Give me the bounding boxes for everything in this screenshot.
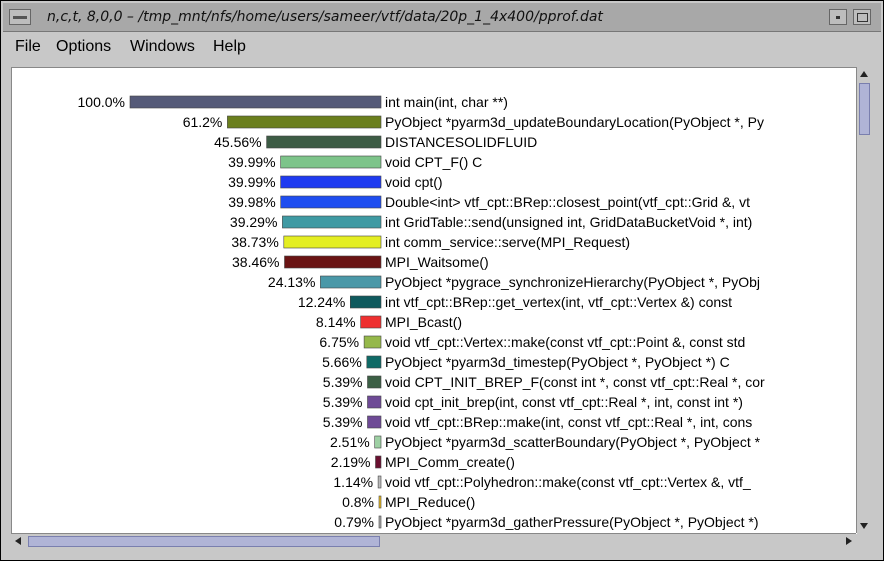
bar[interactable] bbox=[367, 395, 382, 409]
profile-bar-chart: 100.0% int main(int, char **) 61.2% PyObjec… bbox=[78, 94, 766, 530]
arrow-left-icon[interactable] bbox=[11, 534, 26, 549]
bar[interactable] bbox=[366, 355, 382, 369]
window-menu-icon[interactable] bbox=[9, 9, 31, 25]
bar[interactable] bbox=[374, 435, 382, 449]
bar-percent-label: 61.2% bbox=[183, 114, 223, 130]
function-name-label[interactable]: void vtf_cpt::Polyhedron::make(const vtf… bbox=[385, 474, 751, 490]
bar-percent-label: 2.19% bbox=[331, 454, 371, 470]
bar-percent-label: 1.14% bbox=[333, 474, 373, 490]
bar-percent-label: 39.29% bbox=[230, 214, 277, 230]
bar-percent-label: 38.73% bbox=[231, 234, 278, 250]
vertical-scroll-thumb[interactable] bbox=[859, 83, 870, 135]
bar[interactable] bbox=[320, 275, 382, 289]
function-name-label[interactable]: Double<int> vtf_cpt::BRep::closest_point… bbox=[385, 194, 750, 210]
bar[interactable] bbox=[282, 215, 382, 229]
bar-percent-label: 39.99% bbox=[228, 154, 275, 170]
function-name-label[interactable]: MPI_Comm_create() bbox=[385, 454, 515, 470]
bar-percent-label: 5.39% bbox=[323, 374, 363, 390]
function-name-label[interactable]: MPI_Bcast() bbox=[385, 314, 462, 330]
function-name-label[interactable]: int vtf_cpt::BRep::get_vertex(int, vtf_c… bbox=[385, 294, 732, 310]
bar-percent-label: 0.8% bbox=[342, 494, 374, 510]
arrow-up-icon[interactable] bbox=[857, 67, 872, 82]
function-name-label[interactable]: DISTANCESOLIDFLUID bbox=[385, 134, 537, 150]
bar[interactable] bbox=[283, 235, 382, 249]
function-name-label[interactable]: PyObject *pygrace_synchronizeHierarchy(P… bbox=[385, 274, 760, 290]
bar[interactable] bbox=[129, 95, 382, 109]
bar[interactable] bbox=[360, 315, 382, 329]
arrow-down-icon[interactable] bbox=[857, 518, 872, 533]
bar-percent-label: 5.66% bbox=[322, 354, 362, 370]
minimize-icon[interactable] bbox=[829, 9, 847, 25]
menu-options[interactable]: Options bbox=[56, 38, 111, 56]
bar-percent-label: 8.14% bbox=[316, 314, 356, 330]
bar[interactable] bbox=[349, 295, 382, 309]
bar-percent-label: 45.56% bbox=[214, 134, 261, 150]
function-name-label[interactable]: int comm_service::serve(MPI_Request) bbox=[385, 234, 630, 250]
function-name-label[interactable]: void vtf_cpt::Vertex::make(const vtf_cpt… bbox=[385, 334, 745, 350]
bar-percent-label: 0.79% bbox=[334, 514, 374, 530]
vertical-scrollbar[interactable] bbox=[856, 67, 872, 533]
bar-percent-label: 39.98% bbox=[228, 194, 275, 210]
maximize-icon[interactable] bbox=[853, 9, 871, 25]
profile-chart-area: 100.0% int main(int, char **) 61.2% PyObjec… bbox=[11, 67, 857, 534]
function-name-label[interactable]: void cpt() bbox=[385, 174, 443, 190]
bar[interactable] bbox=[280, 175, 382, 189]
function-name-label[interactable]: PyObject *pyarm3d_timestep(PyObject *, P… bbox=[385, 354, 730, 370]
function-name-label[interactable]: PyObject *pyarm3d_gatherPressure(PyObjec… bbox=[385, 514, 759, 530]
function-name-label[interactable]: void CPT_F() C bbox=[385, 154, 482, 170]
bar-percent-label: 5.39% bbox=[323, 394, 363, 410]
function-name-label[interactable]: MPI_Waitsome() bbox=[385, 254, 489, 270]
window-title: n,c,t, 8,0,0 – /tmp_mnt/nfs/home/users/s… bbox=[47, 9, 603, 25]
bar[interactable] bbox=[378, 495, 382, 509]
bar[interactable] bbox=[363, 335, 382, 349]
function-name-label[interactable]: int main(int, char **) bbox=[385, 94, 508, 110]
bar-percent-label: 12.24% bbox=[298, 294, 345, 310]
bar[interactable] bbox=[280, 155, 382, 169]
bar[interactable] bbox=[378, 515, 382, 529]
bar[interactable] bbox=[367, 415, 382, 429]
bar[interactable] bbox=[367, 375, 382, 389]
menu-windows[interactable]: Windows bbox=[130, 38, 195, 56]
bar-percent-label: 39.99% bbox=[228, 174, 275, 190]
horizontal-scroll-thumb[interactable] bbox=[28, 536, 380, 547]
bar-percent-label: 100.0% bbox=[78, 94, 125, 110]
bar-percent-label: 2.51% bbox=[330, 434, 370, 450]
function-name-label[interactable]: void cpt_init_brep(int, const vtf_cpt::R… bbox=[385, 394, 743, 410]
menu-file[interactable]: File bbox=[15, 38, 41, 56]
horizontal-scrollbar[interactable] bbox=[11, 533, 856, 549]
bar[interactable] bbox=[375, 455, 382, 469]
profile-window: n,c,t, 8,0,0 – /tmp_mnt/nfs/home/users/s… bbox=[0, 0, 884, 561]
function-name-label[interactable]: void CPT_INIT_BREP_F(const int *, const … bbox=[385, 374, 765, 390]
bar[interactable] bbox=[284, 255, 382, 269]
title-bar[interactable]: n,c,t, 8,0,0 – /tmp_mnt/nfs/home/users/s… bbox=[3, 3, 881, 32]
bar[interactable] bbox=[280, 195, 382, 209]
bar[interactable] bbox=[377, 475, 382, 489]
bar-percent-label: 38.46% bbox=[232, 254, 279, 270]
bar-percent-label: 24.13% bbox=[268, 274, 315, 290]
function-name-label[interactable]: PyObject *pyarm3d_scatterBoundary(PyObje… bbox=[385, 434, 761, 450]
bar-percent-label: 5.39% bbox=[323, 414, 363, 430]
menu-bar: File Options Windows Help bbox=[3, 32, 881, 60]
function-name-label[interactable]: void vtf_cpt::BRep::make(int, const vtf_… bbox=[385, 414, 752, 430]
arrow-right-icon[interactable] bbox=[841, 534, 856, 549]
bar[interactable] bbox=[266, 135, 382, 149]
function-name-label[interactable]: MPI_Reduce() bbox=[385, 494, 475, 510]
function-name-label[interactable]: PyObject *pyarm3d_updateBoundaryLocation… bbox=[385, 114, 764, 130]
menu-help[interactable]: Help bbox=[213, 38, 246, 56]
bar[interactable] bbox=[227, 115, 382, 129]
bar-percent-label: 6.75% bbox=[319, 334, 359, 350]
function-name-label[interactable]: int GridTable::send(unsigned int, GridDa… bbox=[385, 214, 752, 230]
